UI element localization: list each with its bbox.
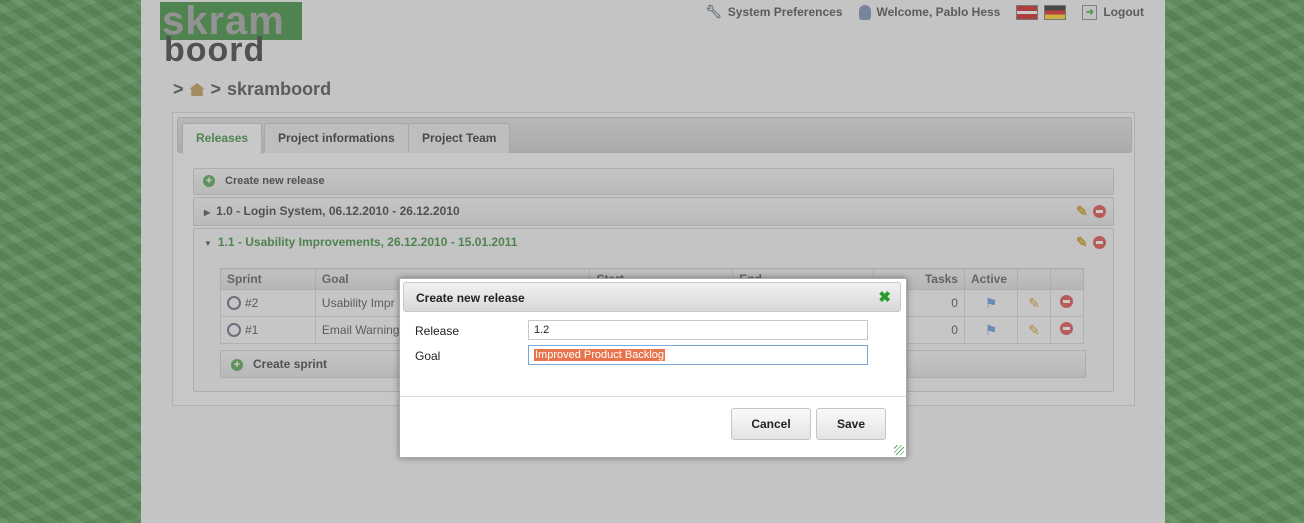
dialog-title-bar[interactable]: Create new release ✖	[403, 282, 901, 312]
goal-input[interactable]: Improved Product Backlog	[528, 345, 868, 365]
resize-handle-icon[interactable]	[894, 445, 904, 455]
release-label: Release	[415, 324, 460, 338]
cancel-button[interactable]: Cancel	[731, 408, 811, 440]
goal-selected-text: Improved Product Backlog	[534, 349, 666, 361]
dialog-title: Create new release	[416, 291, 525, 305]
dialog-divider	[400, 396, 906, 397]
release-input[interactable]: 1.2	[528, 320, 868, 340]
save-button[interactable]: Save	[816, 408, 886, 440]
close-icon[interactable]: ✖	[878, 283, 891, 313]
create-release-dialog: Create new release ✖ Release 1.2 Goal Im…	[399, 278, 907, 458]
goal-label: Goal	[415, 349, 441, 363]
